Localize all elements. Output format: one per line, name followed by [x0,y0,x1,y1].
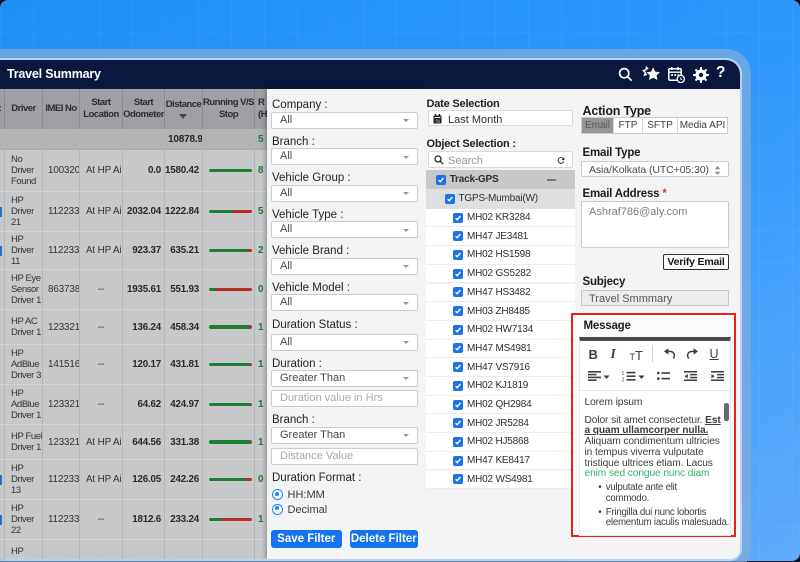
svg-text:1: 1 [622,371,625,377]
svg-text:31: 31 [435,119,441,124]
svg-text:2: 2 [622,377,625,382]
